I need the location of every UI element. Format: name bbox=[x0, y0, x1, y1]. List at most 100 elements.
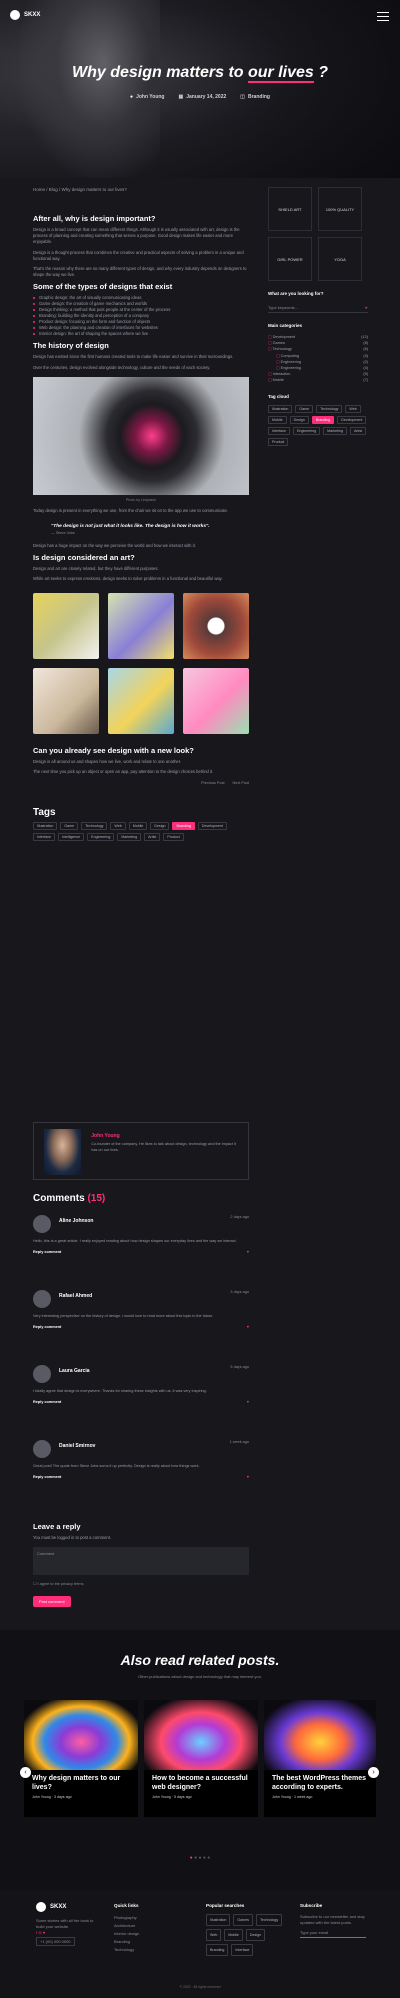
related-card[interactable]: The best WordPress themes according to e… bbox=[264, 1700, 376, 1817]
heart-icon[interactable]: ♥ bbox=[247, 1250, 249, 1254]
gallery-image[interactable] bbox=[33, 592, 99, 659]
reply-title: Leave a reply bbox=[33, 1522, 81, 1531]
tag[interactable]: Technology bbox=[255, 1914, 283, 1926]
footer-link[interactable]: Technology bbox=[114, 1946, 139, 1954]
tag[interactable]: Design bbox=[245, 1929, 266, 1941]
tag[interactable]: Web bbox=[110, 822, 126, 831]
category-list: Development(12) Games(8) Technology(6) C… bbox=[268, 334, 368, 384]
footer-link[interactable]: Interior design bbox=[114, 1930, 139, 1938]
reply-link[interactable]: Reply comment bbox=[33, 1325, 61, 1329]
footer-popular: Popular searches Illustration Games Tech… bbox=[206, 1902, 286, 1956]
tag[interactable]: Design bbox=[150, 822, 170, 831]
tag[interactable]: Illustration bbox=[268, 404, 293, 413]
tag[interactable]: Web bbox=[345, 404, 361, 413]
reply-link[interactable]: Reply comment bbox=[33, 1475, 61, 1479]
heart-icon[interactable]: ♥ bbox=[247, 1400, 249, 1404]
site-logo[interactable]: SKXX bbox=[10, 10, 40, 20]
meta-author[interactable]: ● John Young bbox=[130, 94, 164, 100]
calendar-icon: ▦ bbox=[178, 94, 184, 100]
gallery-image[interactable] bbox=[108, 667, 174, 734]
carousel-dots[interactable]: ● ● ● ● ● bbox=[0, 1855, 400, 1861]
tag[interactable]: Mobile bbox=[224, 1929, 243, 1941]
badge-logo[interactable]: GIRL POWER bbox=[268, 237, 312, 281]
footer-link[interactable]: Photography bbox=[114, 1914, 139, 1922]
gallery-image[interactable] bbox=[108, 592, 174, 659]
tag[interactable]: Interface bbox=[231, 1944, 254, 1956]
avatar bbox=[33, 1440, 51, 1458]
card-title[interactable]: The best WordPress themes according to e… bbox=[264, 1770, 376, 1792]
post-meta: ● John Young ▦ January 14, 2022 ◫ Branding bbox=[0, 94, 400, 100]
badge-logo[interactable]: 100% QUALITY bbox=[318, 187, 362, 231]
tag[interactable]: Illustration bbox=[206, 1914, 231, 1926]
related-card[interactable]: Why design matters to our lives? John Yo… bbox=[24, 1700, 138, 1817]
tag[interactable]: Mobile bbox=[268, 415, 287, 424]
tag[interactable]: Game bbox=[60, 822, 79, 831]
carousel-next-icon[interactable]: › bbox=[368, 1767, 379, 1778]
author-name[interactable]: John Young bbox=[91, 1133, 238, 1139]
reply-link[interactable]: Reply comment bbox=[33, 1250, 61, 1254]
tag[interactable]: Illustration bbox=[33, 822, 58, 831]
tag[interactable]: Engineering bbox=[87, 833, 115, 842]
tag[interactable]: Engineering bbox=[292, 426, 321, 435]
tag[interactable]: Intelligence bbox=[57, 833, 85, 842]
breadcrumb[interactable]: Home / Blog / Why design matters to our … bbox=[33, 187, 127, 192]
tag[interactable]: Technology bbox=[316, 404, 343, 413]
tag[interactable]: Artist bbox=[349, 426, 367, 435]
footer-link[interactable]: Branding bbox=[114, 1938, 139, 1946]
tag[interactable]: Game bbox=[295, 404, 314, 413]
tag[interactable]: Design bbox=[289, 415, 309, 424]
tag[interactable]: Development bbox=[197, 822, 228, 831]
card-title[interactable]: How to become a successful web designer? bbox=[144, 1770, 258, 1792]
heart-icon[interactable]: ♥ bbox=[247, 1475, 249, 1479]
sidebar-search-input[interactable]: Type keywords... ➤ bbox=[268, 302, 368, 313]
gallery-video[interactable] bbox=[183, 592, 249, 659]
prev-post-link[interactable]: Previous Post bbox=[201, 781, 224, 785]
menu-icon[interactable] bbox=[377, 12, 389, 21]
avatar bbox=[33, 1215, 51, 1233]
comment-textarea[interactable]: Comment bbox=[33, 1547, 249, 1576]
gallery-image[interactable] bbox=[33, 667, 99, 734]
tag-active[interactable]: Branding bbox=[311, 415, 335, 424]
tag[interactable]: Artist bbox=[144, 833, 161, 842]
author-bio: Co-founder of the company. He likes to t… bbox=[91, 1142, 236, 1152]
footer-link[interactable]: Architecture bbox=[114, 1922, 139, 1930]
badge-logo[interactable]: SHIELD ART bbox=[268, 187, 312, 231]
social-icons[interactable]: f ◎ ♥ bbox=[36, 1929, 94, 1937]
search-title: What are you looking for? bbox=[268, 291, 324, 296]
tag[interactable]: Marketing bbox=[323, 426, 347, 435]
tag-active[interactable]: Branding bbox=[172, 822, 195, 831]
tag[interactable]: Development bbox=[337, 415, 367, 424]
tags-title: Tags bbox=[33, 807, 56, 819]
tag[interactable]: Product bbox=[268, 437, 289, 446]
comment: 2 days ago Aline Johnson Hello, this is … bbox=[33, 1215, 249, 1254]
meta-category[interactable]: ◫ Branding bbox=[240, 94, 270, 100]
tag[interactable]: Web bbox=[206, 1929, 222, 1941]
card-image bbox=[24, 1700, 138, 1770]
badge-logo[interactable]: YOGA bbox=[318, 237, 362, 281]
send-icon[interactable]: ➤ bbox=[365, 305, 368, 310]
tag[interactable]: Technology bbox=[81, 822, 108, 831]
author-box: John Young Co-founder of the company. He… bbox=[33, 1122, 249, 1180]
carousel-prev-icon[interactable]: ‹ bbox=[20, 1767, 31, 1778]
next-post-link[interactable]: Next Post bbox=[233, 781, 249, 785]
category-item[interactable]: Mobile(7) bbox=[268, 377, 368, 383]
tag[interactable]: Product bbox=[163, 833, 184, 842]
tag[interactable]: Mobile bbox=[128, 822, 148, 831]
subscribe-email-input[interactable]: Type your email bbox=[300, 1929, 366, 1938]
related-card[interactable]: How to become a successful web designer?… bbox=[144, 1700, 258, 1817]
privacy-checkbox[interactable]: ☐ I agree to the privacy terms bbox=[33, 1581, 249, 1586]
reply-link[interactable]: Reply comment bbox=[33, 1400, 61, 1404]
heart-icon[interactable]: ♥ bbox=[247, 1325, 249, 1329]
card-title[interactable]: Why design matters to our lives? bbox=[24, 1770, 138, 1792]
footer-logo[interactable]: SKXX bbox=[36, 1902, 94, 1912]
author-avatar[interactable] bbox=[44, 1129, 82, 1175]
post-comment-button[interactable]: Post comment bbox=[33, 1596, 71, 1608]
tag[interactable]: Branding bbox=[206, 1944, 229, 1956]
footer-phone[interactable]: +1 (00) 000 0000 bbox=[36, 1937, 75, 1946]
tag[interactable]: Interface bbox=[33, 833, 55, 842]
tag[interactable]: Marketing bbox=[117, 833, 142, 842]
tag[interactable]: Interface bbox=[268, 426, 290, 435]
subscribe-title: Subscribe bbox=[300, 1903, 323, 1908]
gallery-image[interactable] bbox=[183, 667, 249, 734]
tag[interactable]: Games bbox=[233, 1914, 253, 1926]
